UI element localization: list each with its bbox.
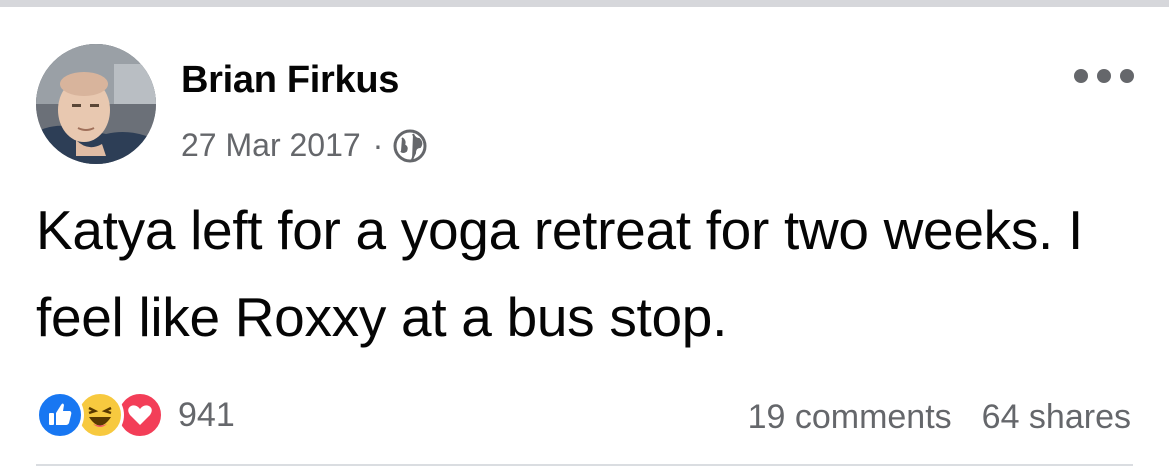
reactions-summary[interactable]: 941 [36, 391, 235, 439]
post-text: Katya left for a yoga retreat for two we… [36, 199, 1083, 348]
shares-count[interactable]: 64 shares [982, 398, 1131, 437]
more-options-button[interactable] [1074, 61, 1134, 91]
facebook-post: Brian Firkus 27 Mar 2017 · Katya left fo… [0, 7, 1169, 473]
more-dot-icon [1120, 69, 1134, 83]
meta-separator: · [372, 126, 384, 163]
globe-icon[interactable] [393, 129, 427, 163]
like-icon [36, 391, 84, 439]
top-separator-bar [0, 0, 1169, 7]
more-dot-icon [1074, 69, 1088, 83]
author-avatar[interactable] [36, 44, 156, 164]
more-dot-icon [1097, 69, 1111, 83]
comments-count[interactable]: 19 comments [748, 398, 952, 437]
divider [36, 464, 1133, 466]
post-meta: 27 Mar 2017 · [181, 125, 427, 165]
author-name[interactable]: Brian Firkus [181, 59, 399, 102]
engagement-counts: 19 comments 64 shares [748, 397, 1131, 437]
reaction-count: 941 [178, 395, 235, 434]
post-date[interactable]: 27 Mar 2017 [181, 127, 361, 164]
